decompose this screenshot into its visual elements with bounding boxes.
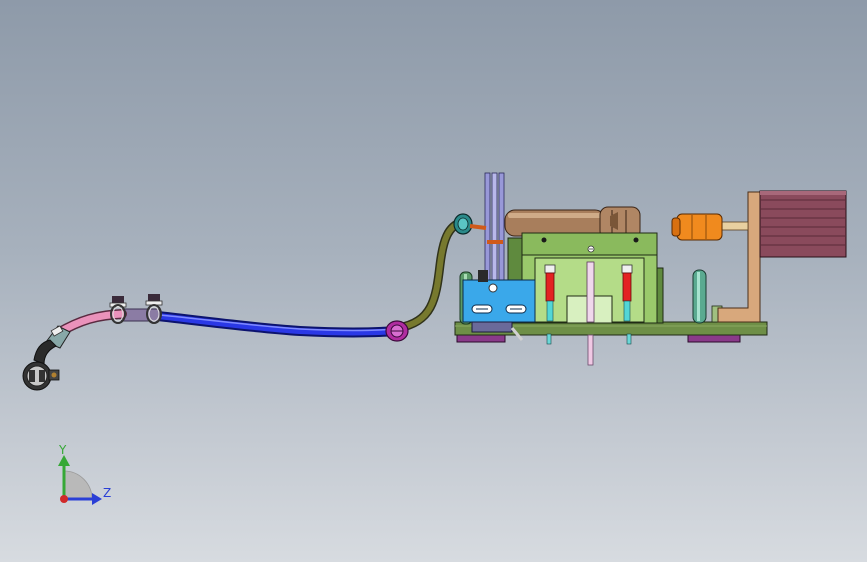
motor[interactable]: [759, 190, 847, 258]
motor-bracket[interactable]: [717, 191, 761, 323]
triad-xy-plane: [63, 470, 93, 500]
hose-assembly[interactable]: [22, 213, 473, 391]
hose-end-connector[interactable]: [22, 325, 71, 391]
teal-fitting[interactable]: [453, 213, 473, 235]
cad-viewport[interactable]: Y Z: [0, 0, 867, 562]
orange-coupler[interactable]: [671, 213, 749, 241]
fixture-assembly[interactable]: [454, 172, 847, 366]
triad-z-label: Z: [103, 486, 112, 500]
elbow-fitting[interactable]: [385, 320, 409, 342]
triad-y-label: Y: [59, 443, 67, 457]
main-frame[interactable]: [521, 232, 658, 324]
cad-model-scene[interactable]: [0, 0, 867, 562]
ejector-pin[interactable]: [587, 334, 594, 366]
triad-x-axis: [60, 495, 68, 503]
orientation-triad: [58, 455, 102, 505]
probe-rods[interactable]: [484, 172, 505, 284]
